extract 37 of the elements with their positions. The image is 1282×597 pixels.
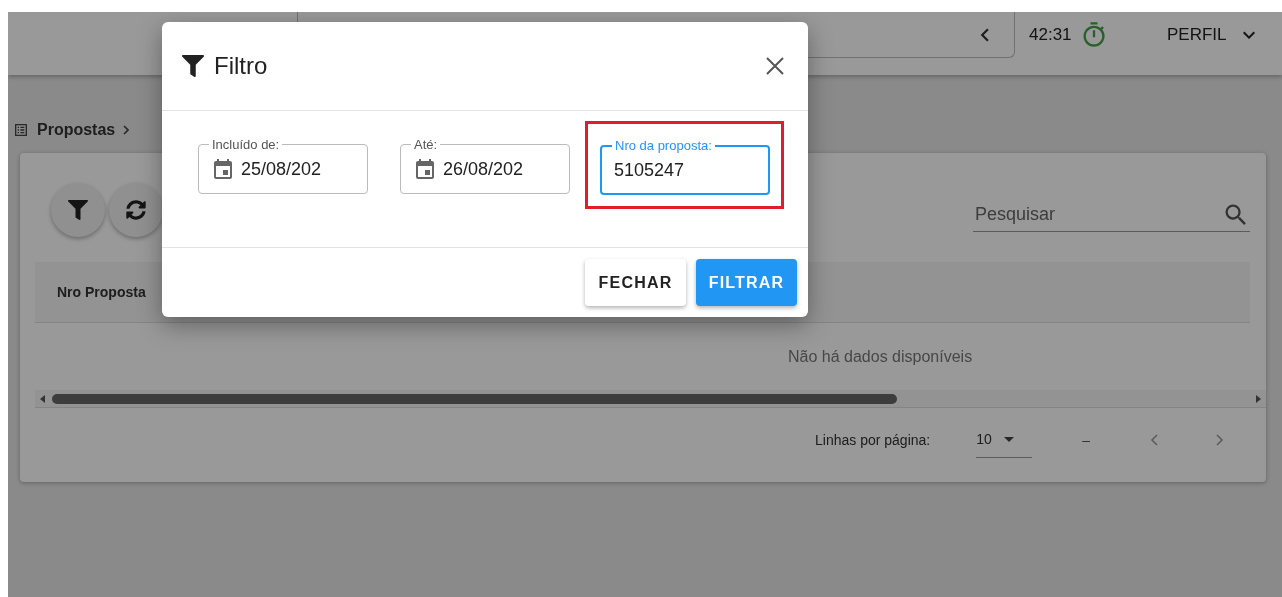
chevron-right-icon — [1216, 433, 1224, 446]
search-field[interactable]: Pesquisar — [973, 198, 1250, 232]
dialog-title: Filtro — [214, 52, 268, 80]
value-input[interactable]: 5105247 — [614, 159, 758, 181]
chevron-left-icon — [1150, 433, 1158, 446]
close-dialog-button[interactable]: FECHAR — [585, 259, 686, 306]
search-input[interactable]: Pesquisar — [973, 203, 1197, 226]
timer-text: 42:31 — [1029, 25, 1072, 45]
breadcrumb-item[interactable]: Propostas — [37, 121, 116, 139]
column-header: Nro Proposta — [57, 284, 146, 300]
chevron-right-icon — [123, 125, 130, 135]
list-icon — [13, 122, 29, 138]
value-input[interactable]: 25/08/202 — [241, 159, 357, 180]
rows-per-page-select[interactable]: 10 — [976, 421, 1033, 458]
rows-per-page-label: Linhas por página: — [815, 431, 931, 448]
close-button[interactable] — [766, 57, 784, 75]
profile-menu[interactable]: PERFIL — [1153, 12, 1261, 58]
text-field[interactable]: Nro da proposta: 5105247 — [600, 138, 770, 195]
refresh-button[interactable] — [109, 183, 163, 237]
value-input[interactable]: 26/08/202 — [443, 159, 559, 180]
date-field[interactable]: Incluído de: 25/08/202 — [198, 137, 368, 194]
horizontal-scrollbar[interactable] — [35, 390, 1266, 408]
calendar-icon — [413, 157, 437, 182]
filter-icon — [182, 55, 204, 77]
left-arrow-icon[interactable] — [40, 394, 45, 403]
filter-icon — [68, 200, 88, 220]
previous-page-button[interactable] — [1150, 433, 1158, 446]
refresh-icon — [126, 200, 146, 220]
empty-message: Não há dados disponíveis — [788, 347, 973, 366]
close-icon — [766, 57, 784, 75]
next-page-button[interactable] — [1216, 433, 1224, 446]
caret-icon — [1003, 436, 1014, 442]
right-arrow-icon[interactable] — [1256, 394, 1261, 403]
date-field[interactable]: Até: 26/08/202 — [400, 137, 570, 194]
calendar-icon — [211, 157, 235, 182]
page-range: – — [1082, 431, 1090, 448]
filter-button[interactable] — [51, 183, 105, 237]
